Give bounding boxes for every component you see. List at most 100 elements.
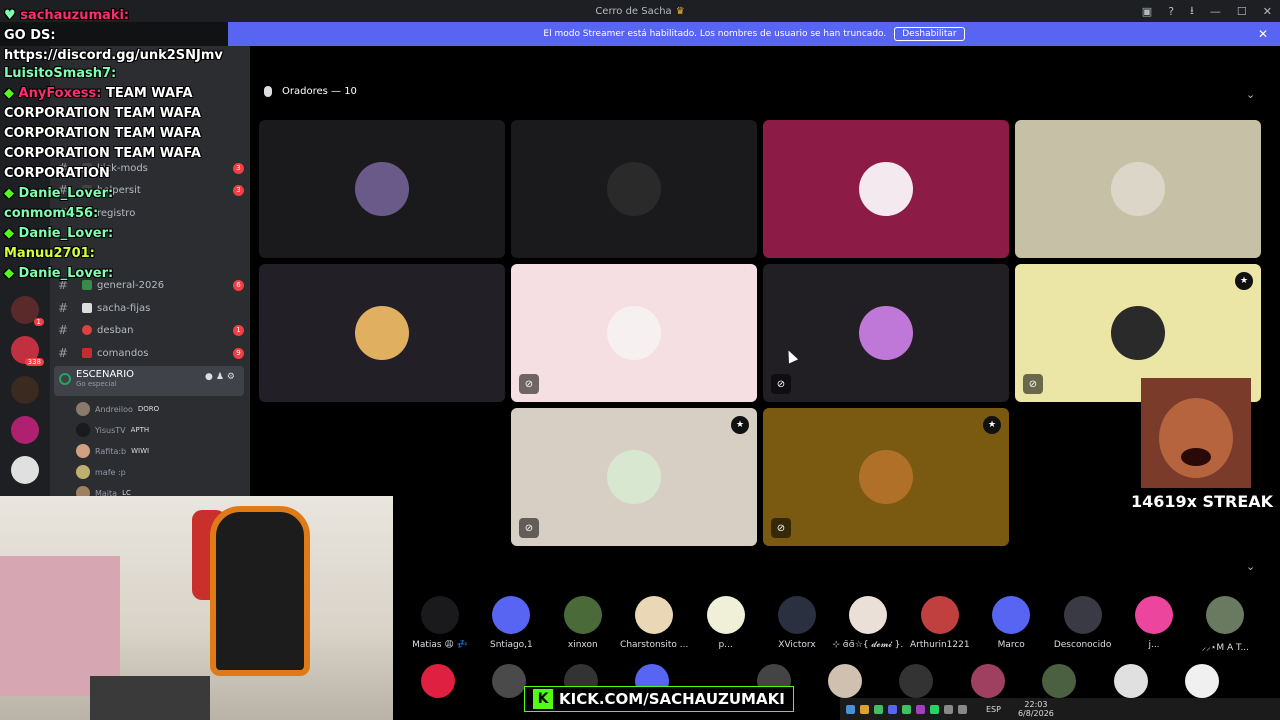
audience-member[interactable]: xinxon [547, 596, 619, 650]
speaker-tile[interactable]: ⊘ [763, 264, 1009, 402]
chat-user: LuisitoSmash7: [4, 66, 117, 81]
streak-counter: 14619x STREAK [1131, 492, 1274, 511]
server-icon[interactable] [11, 456, 39, 484]
pin-icon [82, 303, 92, 313]
volume-icon[interactable] [958, 704, 967, 714]
speaker-tile[interactable] [259, 120, 505, 258]
audience-member[interactable]: Charstonsito ... [618, 596, 690, 650]
minimize-button[interactable]: — [1210, 5, 1221, 18]
help-icon[interactable]: ? [1168, 5, 1174, 18]
audience-member[interactable]: ⊹ ɞ̈ɞ̈☆{ 𝓭𝓮𝓶𝓲 }... [832, 596, 904, 650]
download-icon[interactable]: ⭳ [1190, 2, 1194, 21]
crown-icon: ♛ [675, 5, 685, 17]
tray-icon[interactable] [860, 704, 869, 714]
wifi-icon[interactable] [944, 704, 953, 714]
avatar [1206, 596, 1245, 634]
audience-member[interactable] [402, 664, 474, 698]
inbox-icon[interactable]: ▣ [1142, 5, 1152, 18]
diamond-icon: ◆ [4, 226, 19, 241]
channel-item[interactable]: # sacha-fijas [54, 298, 244, 318]
server-icon[interactable] [11, 376, 39, 404]
avatar [492, 596, 531, 634]
streamer-mode-banner: El modo Streamer está habilitado. Los no… [228, 22, 1280, 46]
audience-member[interactable]: Desconocido [1047, 596, 1119, 650]
webcam-bed [0, 556, 120, 696]
muted-mic-icon: ⊘ [519, 374, 539, 394]
stage-member[interactable]: mafe :p [76, 463, 126, 481]
audience-member[interactable] [1095, 664, 1167, 698]
tray-icon[interactable] [846, 704, 855, 714]
speaker-tile[interactable] [259, 264, 505, 402]
server-icon[interactable]: 1 [11, 296, 44, 326]
clock[interactable]: 22:03 6/8/2026 [1018, 700, 1054, 718]
audience-member[interactable]: Sntiago,1 [475, 596, 547, 650]
clock-time: 22:03 [1024, 700, 1048, 709]
tray-icon[interactable] [916, 704, 925, 714]
discord-tray-icon[interactable] [888, 704, 897, 714]
speaker-tile[interactable]: ⊘ ★ [763, 408, 1009, 546]
close-banner-icon[interactable]: ✕ [1258, 27, 1268, 41]
audience-member[interactable]: Matias 😩 💤 [404, 596, 476, 650]
stage-member[interactable]: YisusTV APTH [76, 421, 149, 439]
server-icon[interactable]: 338 [11, 336, 44, 366]
audience-member[interactable]: p... [690, 596, 762, 650]
stage-channel[interactable]: ESCENARIO Go especial ●♟⚙ [54, 366, 244, 396]
channel-label: desban [97, 324, 134, 336]
muted-mic-icon: ⊘ [1023, 374, 1043, 394]
channel-item[interactable]: # desban 1 [54, 320, 244, 340]
audience-member[interactable] [1023, 664, 1095, 698]
audience-member[interactable] [809, 664, 881, 698]
speaker-avatar [355, 162, 409, 216]
chat-line: ◆ Danie_Lover: [4, 266, 113, 281]
speaker-tile[interactable]: ⊘ [511, 264, 757, 402]
speaker-avatar [1111, 162, 1165, 216]
chevron-down-icon[interactable]: ⌄ [1246, 560, 1255, 573]
avatar [1113, 664, 1148, 698]
chat-line: CORPORATION [4, 166, 110, 181]
chat-line: ♥ sachauzumaki: [4, 8, 129, 23]
avatar [76, 423, 90, 437]
audience-member[interactable] [1166, 664, 1238, 698]
audience-member[interactable] [880, 664, 952, 698]
audience-name: Charstonsito ... [620, 640, 689, 650]
speaker-tile[interactable]: ⊘ ★ [511, 408, 757, 546]
maximize-button[interactable]: ☐ [1237, 5, 1247, 18]
hash-icon: # [57, 346, 69, 360]
avatar [1063, 596, 1102, 634]
avatar [1042, 664, 1077, 698]
microphone-icon [264, 86, 272, 97]
tray-icon[interactable] [874, 704, 883, 714]
avatar [828, 664, 862, 698]
server-icon[interactable] [11, 416, 39, 444]
stage-channel-tools[interactable]: ●♟⚙ [205, 372, 238, 382]
stage-member[interactable]: Rafita:b WIWI [76, 442, 149, 460]
streamer-banner-text: El modo Streamer está habilitado. Los no… [543, 29, 887, 39]
tray-icon[interactable] [902, 704, 911, 714]
member-tag: DORO [137, 405, 160, 413]
audience-member[interactable]: j... [1118, 596, 1190, 650]
audience-member[interactable]: XVictorx [761, 596, 833, 650]
stage-icon [59, 373, 71, 385]
audience-member[interactable]: ⸝⸝⋆M A T... [1189, 596, 1261, 653]
stage-member[interactable]: Andreiloo DORO [76, 400, 159, 418]
heart-icon: ♥ [4, 8, 21, 23]
whatsapp-icon[interactable] [930, 704, 939, 714]
avatar [849, 596, 888, 634]
audience-member[interactable] [952, 664, 1024, 698]
audience-member[interactable]: Marco [975, 596, 1047, 650]
speaker-tile[interactable] [511, 120, 757, 258]
disable-streamer-button[interactable]: Deshabilitar [894, 27, 965, 41]
speaker-tile[interactable] [1015, 120, 1261, 258]
channel-item[interactable]: # comandos 9 [54, 343, 244, 363]
close-window-button[interactable]: ✕ [1263, 5, 1272, 18]
speaker-tile[interactable] [763, 120, 1009, 258]
channel-label: comandos [97, 347, 149, 359]
window-title: Cerro de Sacha ♛ [595, 6, 684, 17]
audience-member[interactable]: Arthurin1221 [904, 596, 976, 650]
kick-logo-icon: K [533, 689, 553, 709]
chat-line: CORPORATION TEAM WAFA [4, 126, 201, 141]
chevron-down-icon[interactable]: ⌄ [1246, 88, 1255, 101]
channel-label: sacha-fijas [97, 302, 151, 314]
language-indicator[interactable]: ESP [986, 705, 1001, 714]
member-name: mafe :p [95, 467, 126, 477]
